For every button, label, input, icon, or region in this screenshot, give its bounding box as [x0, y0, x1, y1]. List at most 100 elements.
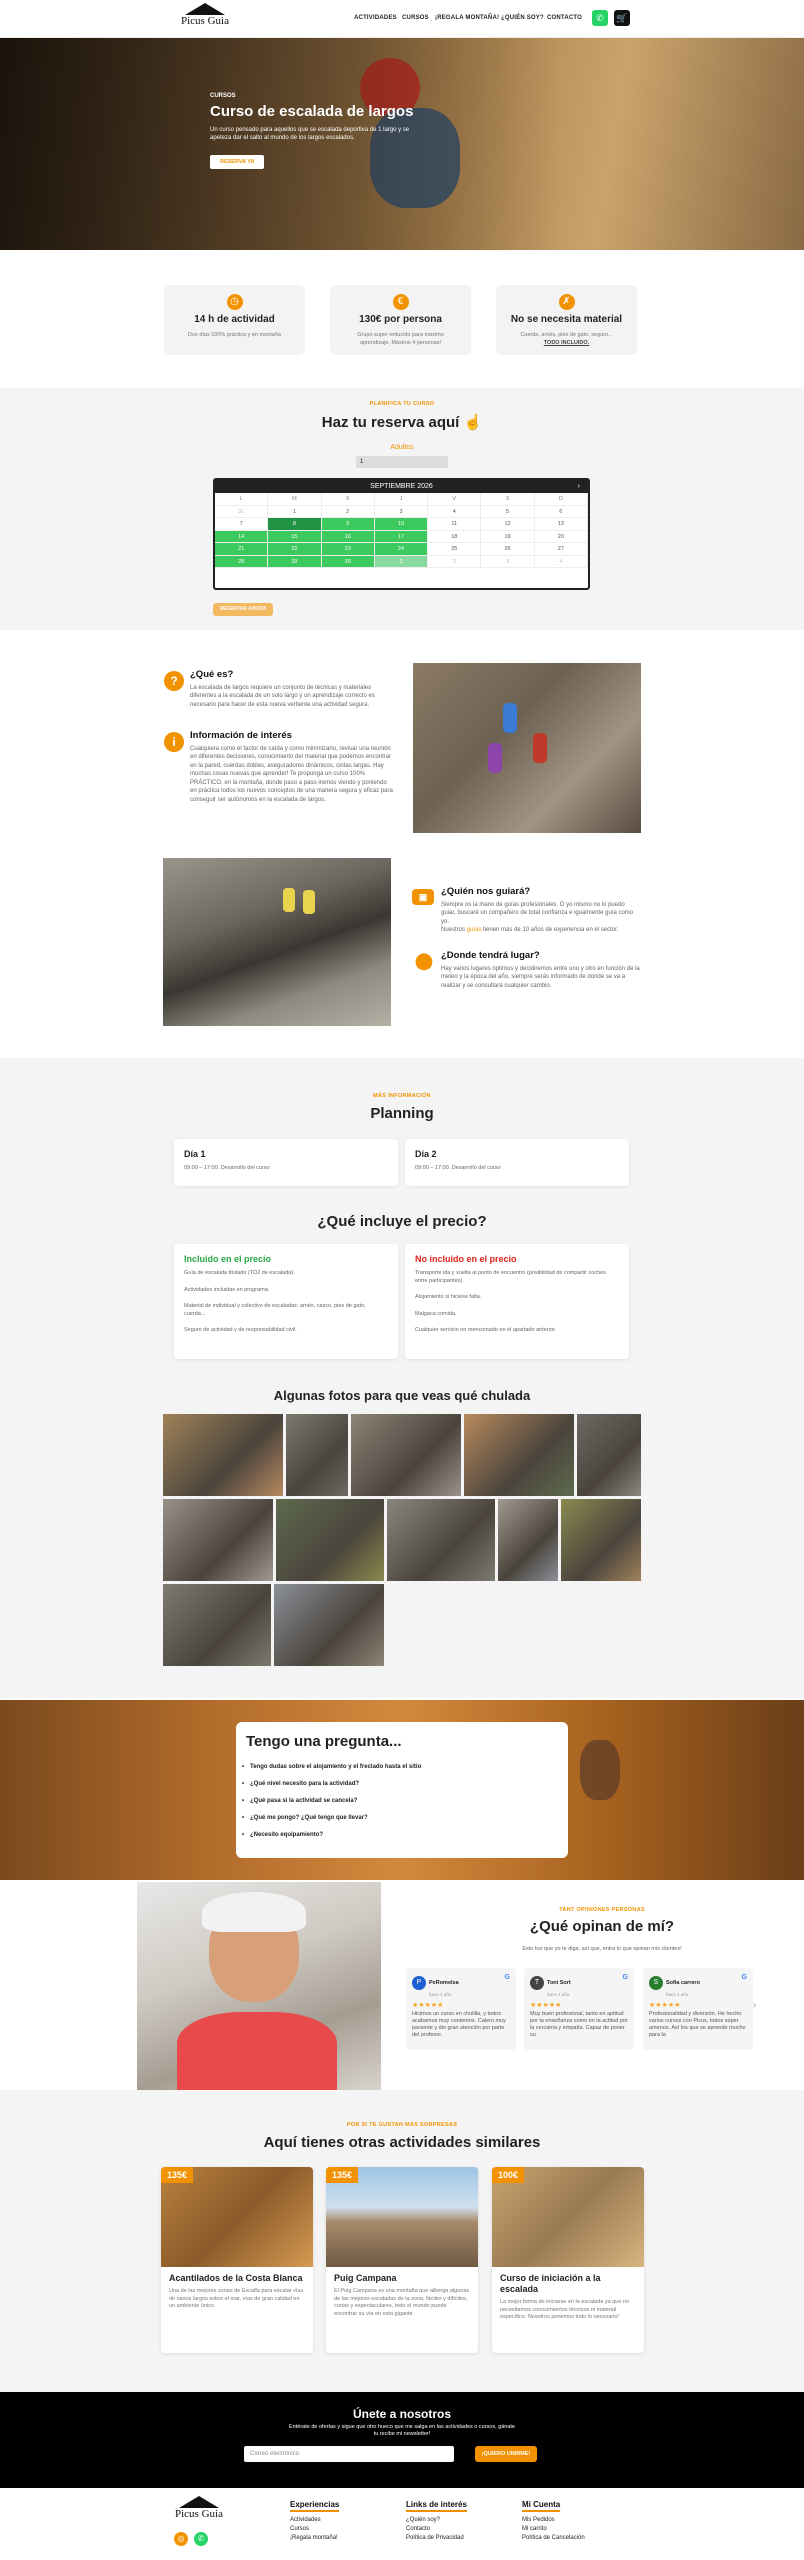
reviewer-name: Toni Sort — [547, 1979, 571, 1986]
feature-duration: ◷ 14 h de actividad Dos días 100% prácti… — [164, 285, 305, 355]
activity-card[interactable]: 135€ Puig Campana El Puig Campana es una m… — [326, 2167, 478, 2353]
calendar-day[interactable]: 22 — [268, 543, 322, 556]
footer-link[interactable]: Contacto — [406, 2525, 467, 2534]
calendar-day[interactable]: 30 — [321, 555, 375, 568]
calendar-day[interactable]: 21 — [215, 543, 269, 556]
faq-item[interactable]: ¿Necesito equipamiento? — [242, 1832, 568, 1838]
activity-image[interactable]: 135€ — [161, 2167, 313, 2267]
calendar-day[interactable]: 14 — [215, 530, 269, 543]
excluded-card: No incluido en el precio Transporte ida … — [405, 1244, 629, 1359]
gallery-photo[interactable] — [286, 1414, 348, 1496]
booking-calendar: SEPTIEMBRE 2026 › LMXJVSD 31 1 2 3 4 5 6 7 8 9 10 11… — [213, 478, 590, 590]
calendar-day[interactable]: 8 — [268, 518, 322, 531]
activity-card[interactable]: 135€ Acantilados de la Costa Blanca Una de… — [161, 2167, 313, 2353]
footer-link[interactable]: Cursos — [290, 2525, 339, 2534]
activity-image[interactable]: 135€ — [326, 2167, 478, 2267]
location-pin-icon: ⬤ — [415, 953, 433, 970]
gallery-photo[interactable] — [274, 1584, 384, 1666]
calendar-day[interactable]: 23 — [321, 543, 375, 556]
footer-link[interactable]: Política de Cancelación — [522, 2534, 585, 2543]
footer-logo[interactable]: Picus Guia — [174, 2496, 224, 2520]
gallery-photo[interactable] — [577, 1414, 641, 1496]
calendar-week: 31 1 2 3 4 5 6 — [215, 505, 588, 518]
footer-link[interactable]: Política de Privacidad — [406, 2534, 467, 2543]
gallery-photo[interactable] — [387, 1499, 495, 1581]
faq-item[interactable]: Tengo dudas sobre el alojamiento y el fr… — [242, 1764, 568, 1770]
review-date: hace 1 año — [547, 1992, 570, 1997]
gallery-photo[interactable] — [163, 1499, 273, 1581]
guide-id-icon: ▣ — [412, 889, 434, 905]
footer-link[interactable]: ¿Quién soy? — [406, 2516, 467, 2525]
footer-heading: Experiencias — [290, 2500, 340, 2512]
faq-item[interactable]: ¿Qué pasa si la actividad se cancela? — [242, 1798, 568, 1804]
hero-cta-button[interactable]: RESERVA YA — [210, 155, 265, 169]
day-card-2: Día 2 09:00 – 17:00. Desarrollo del curs… — [405, 1139, 629, 1186]
nav-activities[interactable]: ACTIVIDADES — [354, 15, 397, 21]
list-item: Material de individual y colectivo de es… — [184, 1303, 366, 1317]
clock-icon: ◷ — [226, 294, 243, 310]
calendar-next-icon[interactable]: › — [578, 480, 580, 493]
gallery-photo[interactable] — [276, 1499, 384, 1581]
included-list: Guía de escalada titulado (TD2 de escala… — [184, 1270, 388, 1335]
faq-item[interactable]: ¿Qué nivel necesito para la actividad? — [242, 1781, 568, 1787]
calendar-day[interactable]: 9 — [321, 518, 375, 531]
what-is-text: La escalada de largos requiere un conjun… — [190, 684, 375, 708]
newsletter-join-button[interactable]: ¡QUIERO UNIRME! — [475, 2446, 537, 2462]
calendar-day[interactable]: 17 — [374, 530, 429, 543]
calendar-day[interactable]: 15 — [268, 530, 322, 543]
newsletter-email-input[interactable]: Correo electrónico — [244, 2446, 454, 2462]
activity-image[interactable]: 100€ — [492, 2167, 644, 2267]
footer-link[interactable]: ¡Regala montaña! — [290, 2534, 339, 2543]
five-stars-icon: ★★★★★ — [412, 2002, 444, 2009]
nav-gift[interactable]: ¡REGALA MONTAÑA! — [435, 15, 499, 21]
calendar-day[interactable]: 16 — [321, 530, 375, 543]
weekday-label: J — [374, 493, 429, 506]
what-is-block: ¿Qué es? La escalada de largos requiere … — [190, 670, 395, 709]
whatsapp-icon[interactable]: ✆ — [194, 2532, 208, 2546]
faq-box: Tengo una pregunta... Tengo dudas sobre … — [236, 1722, 568, 1858]
activity-title[interactable]: Acantilados de la Costa Blanca — [161, 2267, 313, 2288]
activity-card[interactable]: 100€ Curso de iniciación a la escalada La … — [492, 2167, 644, 2353]
list-item: Actividades incluidas en programa. — [184, 1286, 270, 1293]
reviewer-avatar: T — [530, 1975, 544, 1990]
calendar-day[interactable]: 29 — [268, 555, 322, 568]
newsletter-section: Únete a nosotros Entérate de ofertas y s… — [0, 2392, 804, 2488]
nav-contact[interactable]: CONTACTO — [547, 15, 582, 21]
brand-name: Picus Guia — [175, 2508, 223, 2520]
gallery-photo[interactable] — [163, 1414, 283, 1496]
mountain-logo-icon — [185, 3, 225, 15]
calendar-day: 4 — [534, 555, 588, 568]
footer-link[interactable]: Mis Pedidos — [522, 2516, 585, 2525]
adults-input[interactable]: 1 — [356, 456, 448, 468]
adults-label: Adultos — [390, 444, 414, 451]
day-desc: 09:00 – 17:00. Desarrollo del curso — [415, 1165, 501, 1171]
cart-icon[interactable]: 🛒 — [614, 10, 630, 26]
reserve-now-button[interactable]: RESERVAR AHORA — [213, 603, 273, 616]
gallery-photo[interactable] — [561, 1499, 641, 1581]
activity-title[interactable]: Puig Campana — [326, 2267, 478, 2288]
site-logo[interactable]: Picus Guia — [180, 3, 230, 27]
footer-link[interactable]: Actividades — [290, 2516, 339, 2525]
instagram-icon[interactable]: ◎ — [174, 2532, 188, 2546]
carousel-next-icon[interactable]: › — [753, 2000, 756, 2011]
gallery-photo[interactable] — [351, 1414, 461, 1496]
feature-desc: Dos días 100% práctica y en montaña — [188, 332, 281, 338]
climbing-group-photo — [413, 663, 641, 833]
reserve-kicker: PLANIFICA TU CURSO — [369, 401, 435, 407]
gallery-photo[interactable] — [498, 1499, 558, 1581]
nav-courses[interactable]: CURSOS — [402, 15, 429, 21]
calendar-day[interactable]: 24 — [374, 543, 429, 556]
nav-about[interactable]: ¿QUIÉN SOY? — [501, 15, 544, 21]
footer-link[interactable]: Mi carrito — [522, 2525, 585, 2534]
gallery-photo[interactable] — [464, 1414, 574, 1496]
faq-item[interactable]: ¿Qué me pongo? ¿Qué tengo que llevar? — [242, 1815, 568, 1821]
list-item: Cualquier servicio no mencionado en el a… — [415, 1327, 556, 1333]
reviewer-name: PeRomelsa — [429, 1979, 459, 1986]
gallery-photo[interactable] — [163, 1584, 271, 1666]
whatsapp-icon[interactable]: ✆ — [592, 10, 608, 26]
calendar-day[interactable]: 10 — [374, 518, 429, 531]
info-icon: i — [164, 732, 184, 752]
calendar-day[interactable]: 28 — [215, 555, 269, 568]
activity-title[interactable]: Curso de iniciación a la escalada — [492, 2267, 644, 2299]
guides-link[interactable]: guías — [467, 927, 482, 933]
